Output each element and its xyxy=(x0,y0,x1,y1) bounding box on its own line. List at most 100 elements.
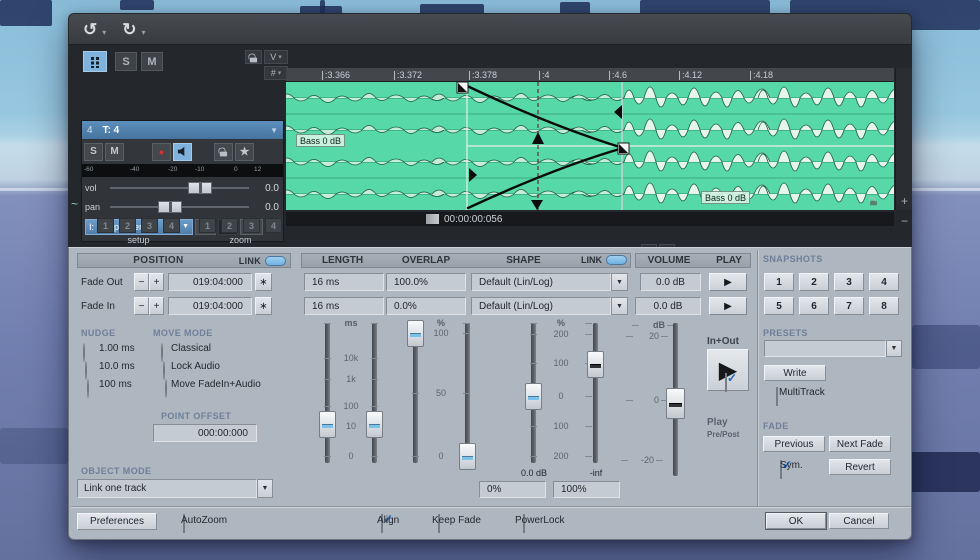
fade-marker-left[interactable] xyxy=(614,105,622,119)
track-solo-button[interactable]: S xyxy=(84,142,103,161)
overlap-out-field[interactable]: 100.0% xyxy=(386,273,466,291)
snapshot-2-button[interactable]: 2 xyxy=(799,273,829,291)
track-lock-button[interactable] xyxy=(214,142,233,161)
vol-slider[interactable] xyxy=(110,182,249,194)
play-prepost-checkbox[interactable] xyxy=(725,373,727,392)
fade-out-start-handle[interactable] xyxy=(456,81,469,94)
link-toggle[interactable] xyxy=(265,255,286,266)
object-grid-button[interactable] xyxy=(83,51,107,72)
undo-icon[interactable]: ↺ xyxy=(83,21,97,38)
track-star-button[interactable]: ★ xyxy=(235,142,254,161)
fade-out-curve[interactable] xyxy=(461,82,625,150)
timeline-ruler[interactable]: :3.366 :3.372 :3.378 :4 :4.6 :4.12 :4.18 xyxy=(286,68,894,82)
fade-out-minus-button[interactable]: − xyxy=(134,273,149,291)
track-mute-button[interactable]: M xyxy=(105,142,124,161)
track-monitor-button[interactable] xyxy=(173,142,192,161)
snapshot-4-button[interactable]: 4 xyxy=(869,273,899,291)
shape-out-dropdown[interactable]: Default (Lin/Log) xyxy=(471,273,611,291)
shape-in-handle[interactable] xyxy=(587,351,604,378)
move-classical-radio[interactable] xyxy=(161,343,163,362)
fade-out-snap-button[interactable]: ∗ xyxy=(255,273,272,291)
redo-caret-icon[interactable]: ▾ xyxy=(142,28,146,37)
pan-slider[interactable] xyxy=(110,201,249,213)
shape-out-handle[interactable] xyxy=(525,383,542,410)
fade-in-plus-button[interactable]: + xyxy=(149,297,164,315)
fade-out-plus-button[interactable]: + xyxy=(149,273,164,291)
shape-out-percent-field[interactable]: 0% xyxy=(479,481,546,498)
nudge-10ms-radio[interactable] xyxy=(85,361,87,380)
shape-in-dropdown[interactable]: Default (Lin/Log) xyxy=(471,297,611,315)
track-header[interactable]: 4 T: 4 ▼ xyxy=(82,121,283,139)
snapshot-5-button[interactable]: 5 xyxy=(764,297,794,315)
position-link[interactable]: LINK xyxy=(239,255,286,266)
shape-out-dropdown-button[interactable]: ▼ xyxy=(611,273,628,291)
vzoom-out-button[interactable]: − xyxy=(896,214,913,228)
length-out-handle[interactable] xyxy=(319,411,336,438)
move-fadein-audio-radio[interactable] xyxy=(165,379,167,398)
lock-tool-button[interactable] xyxy=(245,50,262,64)
shape-link[interactable]: LINK xyxy=(581,255,627,265)
wave-scrollbar[interactable]: 00:00:00:056 xyxy=(286,212,894,226)
snapshot-3-button[interactable]: 3 xyxy=(834,273,864,291)
length-in-handle[interactable] xyxy=(366,411,383,438)
track-record-button[interactable]: ● xyxy=(152,142,171,161)
curve-mode-button[interactable]: V ▾ xyxy=(264,50,288,64)
nudge-1ms-radio[interactable] xyxy=(83,343,85,362)
snapshot-6-button[interactable]: 6 xyxy=(799,297,829,315)
snapshot-8-button[interactable]: 8 xyxy=(869,297,899,315)
solo-global-button[interactable]: S xyxy=(115,52,137,71)
fade-marker-down[interactable] xyxy=(531,200,543,210)
snapshot-7-button[interactable]: 7 xyxy=(834,297,864,315)
multitrack-checkbox[interactable] xyxy=(776,387,778,406)
fade-in-snap-button[interactable]: ∗ xyxy=(255,297,272,315)
length-in-slider[interactable] xyxy=(372,323,377,463)
nudge-100ms-radio[interactable] xyxy=(87,379,89,398)
length-in-field[interactable]: 16 ms xyxy=(304,297,384,315)
zoom-3-button[interactable]: 3 xyxy=(243,218,260,233)
zoom-2-button[interactable]: 2 xyxy=(221,218,238,233)
undo-caret-icon[interactable]: ▾ xyxy=(102,28,106,37)
grid-mode-button[interactable]: # ▾ xyxy=(264,66,288,80)
pan-slider-handle[interactable] xyxy=(158,201,182,213)
point-offset-field[interactable]: 000:00:000 xyxy=(153,424,257,442)
next-fade-button[interactable]: Next Fade xyxy=(829,436,891,452)
zoom-4-button[interactable]: 4 xyxy=(265,218,282,233)
play-fade-in-button[interactable]: ▶ xyxy=(709,297,747,315)
length-out-field[interactable]: 16 ms xyxy=(304,273,384,291)
redo-icon[interactable]: ↻ xyxy=(122,21,136,38)
snapshot-1-button[interactable]: 1 xyxy=(764,273,794,291)
shape-in-slider[interactable] xyxy=(593,323,598,463)
zoom-1-button[interactable]: 1 xyxy=(199,218,216,233)
scrollbar-thumb[interactable] xyxy=(426,214,439,224)
length-out-slider[interactable] xyxy=(325,323,330,463)
object-mode-dropdown[interactable]: Link one track xyxy=(77,479,257,498)
previous-fade-button[interactable]: Previous xyxy=(763,436,825,452)
overlap-in-field[interactable]: 0.0% xyxy=(386,297,466,315)
overlap-out-handle[interactable] xyxy=(407,320,424,347)
shape-in-percent-field[interactable]: 100% xyxy=(553,481,620,498)
cancel-button[interactable]: Cancel xyxy=(829,513,889,529)
vzoom-in-button[interactable]: + xyxy=(896,194,913,208)
track-collapse-icon[interactable]: ▼ xyxy=(270,126,278,135)
setup-2-button[interactable]: 2 xyxy=(119,218,136,233)
fade-marker-up[interactable] xyxy=(532,132,544,144)
overlap-in-handle[interactable] xyxy=(459,443,476,470)
setup-1-button[interactable]: 1 xyxy=(97,218,114,233)
object-mode-dropdown-button[interactable]: ▼ xyxy=(257,479,273,498)
move-lock-audio-radio[interactable] xyxy=(163,361,165,380)
fade-marker-right[interactable] xyxy=(469,168,477,182)
setup-3-button[interactable]: 3 xyxy=(141,218,158,233)
presets-dropdown[interactable] xyxy=(764,340,886,357)
fade-in-minus-button[interactable]: − xyxy=(134,297,149,315)
play-fade-out-button[interactable]: ▶ xyxy=(709,273,747,291)
write-button[interactable]: Write xyxy=(764,365,826,381)
mute-global-button[interactable]: M xyxy=(141,52,163,71)
volume-in-field[interactable]: 0.0 dB xyxy=(635,297,701,315)
shape-in-dropdown-button[interactable]: ▼ xyxy=(611,297,628,315)
presets-dropdown-button[interactable]: ▼ xyxy=(886,340,902,357)
vol-slider-handle[interactable] xyxy=(188,182,212,194)
volume-handle[interactable] xyxy=(666,388,685,419)
fade-out-position-field[interactable]: 019:04:000 xyxy=(168,273,252,291)
crossfade-meet-handle[interactable] xyxy=(617,142,630,155)
ok-button[interactable]: OK xyxy=(766,513,826,529)
